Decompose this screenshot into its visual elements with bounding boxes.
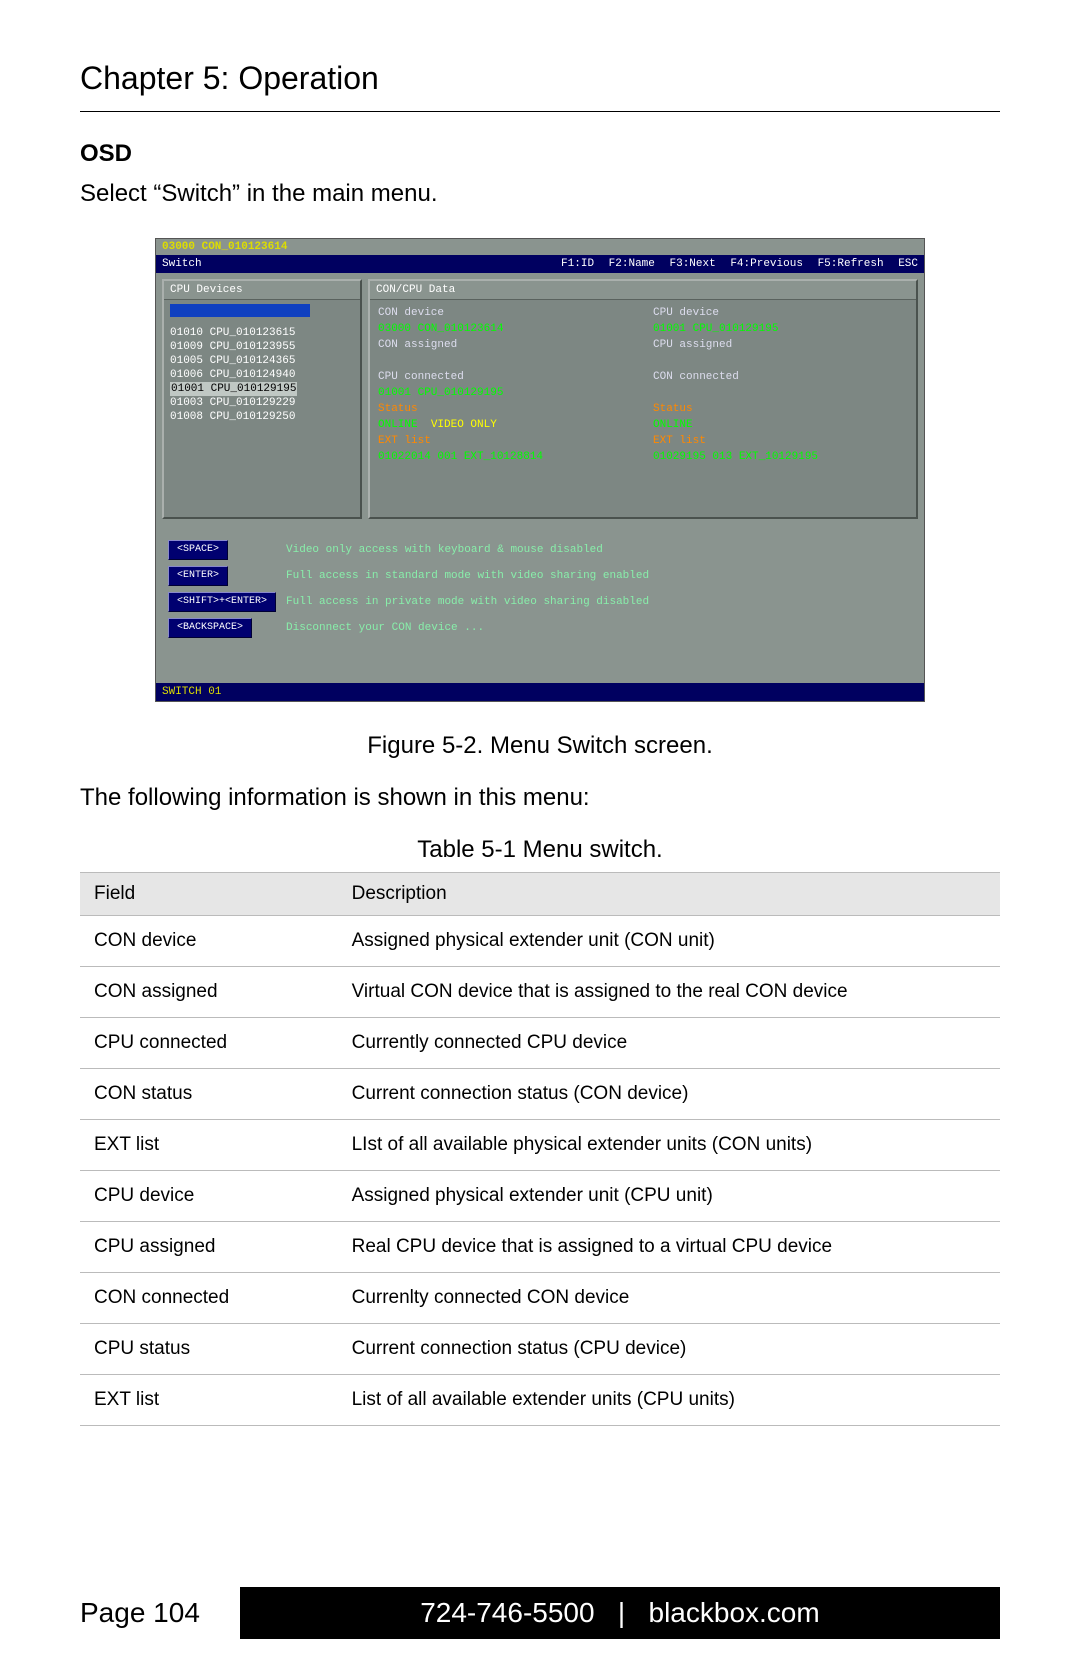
table-cell-field: CON status <box>80 1069 338 1120</box>
page-footer: Page 104 724-746-5500 | blackbox.com <box>80 1587 1000 1639</box>
cpu-list: 01010 CPU_010123615 01009 CPU_010123955 … <box>164 300 360 428</box>
cpu-device-value: 01001 CPU_010129195 <box>653 322 908 336</box>
cpu-device-label: CPU device <box>653 306 908 320</box>
table-cell-field: CON connected <box>80 1273 338 1324</box>
table-caption: Table 5-1 Menu switch. <box>80 836 1000 864</box>
data-col-right: CPU device 01001 CPU_010129195 CPU assig… <box>653 306 908 466</box>
table-cell-description: Virtual CON device that is assigned to t… <box>338 967 1000 1018</box>
con-assigned-label: CON assigned <box>378 338 633 352</box>
status-value: ONLINE <box>653 418 908 432</box>
menu-switch-table: Field Description CON deviceAssigned phy… <box>80 872 1000 1426</box>
table-row: CON assignedVirtual CON device that is a… <box>80 967 1000 1018</box>
table-cell-description: Currenlty connected CON device <box>338 1273 1000 1324</box>
table-cell-description: LIst of all available physical extender … <box>338 1120 1000 1171</box>
cpu-devices-title: CPU Devices <box>164 281 360 300</box>
table-cell-description: Assigned physical extender unit (CON uni… <box>338 916 1000 967</box>
cpu-connected-value: 01001 CPU_010129195 <box>378 386 633 400</box>
osd-fn-keys: F1:ID F2:Name F3:Next F4:Previous F5:Ref… <box>553 257 918 271</box>
osd-menubar: Switch F1:ID F2:Name F3:Next F4:Previous… <box>156 255 924 273</box>
con-connected-label: CON connected <box>653 370 908 384</box>
ext-list-label: EXT list <box>653 434 908 448</box>
table-cell-field: CPU device <box>80 1171 338 1222</box>
status-online: ONLINE <box>378 419 418 431</box>
key-desc: Video only access with keyboard & mouse … <box>286 537 659 563</box>
figure-caption: Figure 5-2. Menu Switch screen. <box>80 732 1000 760</box>
table-cell-description: Assigned physical extender unit (CPU uni… <box>338 1171 1000 1222</box>
chapter-title: Chapter 5: Operation <box>80 60 1000 112</box>
paragraph: The following information is shown in th… <box>80 784 1000 812</box>
ext-list-value: 01029195 013 EXT_10129195 <box>653 450 908 464</box>
table-cell-description: Real CPU device that is assigned to a vi… <box>338 1222 1000 1273</box>
table-cell-description: Current connection status (CON device) <box>338 1069 1000 1120</box>
cpu-connected-label: CPU connected <box>378 370 633 384</box>
table-cell-field: CON device <box>80 916 338 967</box>
table-row: CPU assignedReal CPU device that is assi… <box>80 1222 1000 1273</box>
list-cursor <box>170 304 310 317</box>
table-header-field: Field <box>80 873 338 916</box>
con-cpu-data-panel: CON/CPU Data CON device 03000 CON_010123… <box>368 279 918 519</box>
table-row: CPU statusCurrent connection status (CPU… <box>80 1324 1000 1375</box>
key-backspace: <BACKSPACE> <box>168 618 252 638</box>
key-desc: Disconnect your CON device ... <box>286 615 659 641</box>
con-device-value: 03000 CON_010123614 <box>378 322 633 336</box>
page-number: Page 104 <box>80 1597 200 1629</box>
osd-topline: 03000 CON_010123614 <box>156 239 924 255</box>
table-cell-field: CPU connected <box>80 1018 338 1069</box>
table-cell-field: CON assigned <box>80 967 338 1018</box>
fn-key: F1:ID <box>561 258 594 270</box>
data-col-left: CON device 03000 CON_010123614 CON assig… <box>378 306 633 466</box>
table-row: CPU connectedCurrently connected CPU dev… <box>80 1018 1000 1069</box>
table-row: CON statusCurrent connection status (CON… <box>80 1069 1000 1120</box>
osd-screenshot: 03000 CON_010123614 Switch F1:ID F2:Name… <box>155 238 925 702</box>
cpu-devices-panel: CPU Devices 01010 CPU_010123615 01009 CP… <box>162 279 362 519</box>
footer-contact: 724-746-5500 | blackbox.com <box>240 1587 1000 1639</box>
ext-list-label: EXT list <box>378 434 633 448</box>
ext-list-value: 01022014 001 EXT_10128814 <box>378 450 633 464</box>
status-label: Status <box>653 402 908 416</box>
osd-heading: OSD <box>80 140 1000 168</box>
footer-site: blackbox.com <box>649 1597 820 1628</box>
table-row: CON deviceAssigned physical extender uni… <box>80 916 1000 967</box>
key-desc: Full access in private mode with video s… <box>286 589 659 615</box>
instruction-text: Select “Switch” in the main menu. <box>80 180 1000 208</box>
con-device-label: CON device <box>378 306 633 320</box>
cpu-row: 01010 CPU_010123615 <box>170 326 354 340</box>
status-label: Status <box>378 402 633 416</box>
table-cell-field: CPU status <box>80 1324 338 1375</box>
table-cell-description: Currently connected CPU device <box>338 1018 1000 1069</box>
fn-key: F2:Name <box>609 258 655 270</box>
table-cell-field: CPU assigned <box>80 1222 338 1273</box>
table-row: CON connectedCurrenlty connected CON dev… <box>80 1273 1000 1324</box>
footer-phone: 724-746-5500 <box>420 1597 594 1628</box>
key-space: <SPACE> <box>168 540 228 560</box>
key-shift-enter: <SHIFT>+<ENTER> <box>168 592 276 612</box>
cpu-assigned-label: CPU assigned <box>653 338 908 352</box>
cpu-row-selected: 01001 CPU_010129195 <box>170 382 297 396</box>
key-desc: Full access in standard mode with video … <box>286 563 659 589</box>
fn-key: F3:Next <box>670 258 716 270</box>
table-row: EXT listList of all available extender u… <box>80 1375 1000 1426</box>
table-cell-description: List of all available extender units (CP… <box>338 1375 1000 1426</box>
fn-key: F4:Previous <box>730 258 803 270</box>
cpu-row: 01009 CPU_010123955 <box>170 340 354 354</box>
table-cell-field: EXT list <box>80 1120 338 1171</box>
osd-menu-left: Switch <box>162 257 202 271</box>
status-video-only: VIDEO ONLY <box>431 419 497 431</box>
table-row: CPU deviceAssigned physical extender uni… <box>80 1171 1000 1222</box>
table-cell-field: EXT list <box>80 1375 338 1426</box>
cpu-row: 01005 CPU_010124365 <box>170 354 354 368</box>
key-enter: <ENTER> <box>168 566 228 586</box>
cpu-row: 01006 CPU_010124940 <box>170 368 354 382</box>
cpu-row: 01003 CPU_010129229 <box>170 396 354 410</box>
table-row: EXT listLIst of all available physical e… <box>80 1120 1000 1171</box>
table-cell-description: Current connection status (CPU device) <box>338 1324 1000 1375</box>
table-header-description: Description <box>338 873 1000 916</box>
key-help: <SPACE> Video only access with keyboard &… <box>156 525 924 653</box>
fn-key: F5:Refresh <box>818 258 884 270</box>
con-cpu-data-title: CON/CPU Data <box>370 281 916 300</box>
osd-bottom-status: SWITCH 01 <box>156 683 924 701</box>
cpu-row: 01008 CPU_010129250 <box>170 410 354 424</box>
fn-key: ESC <box>898 258 918 270</box>
